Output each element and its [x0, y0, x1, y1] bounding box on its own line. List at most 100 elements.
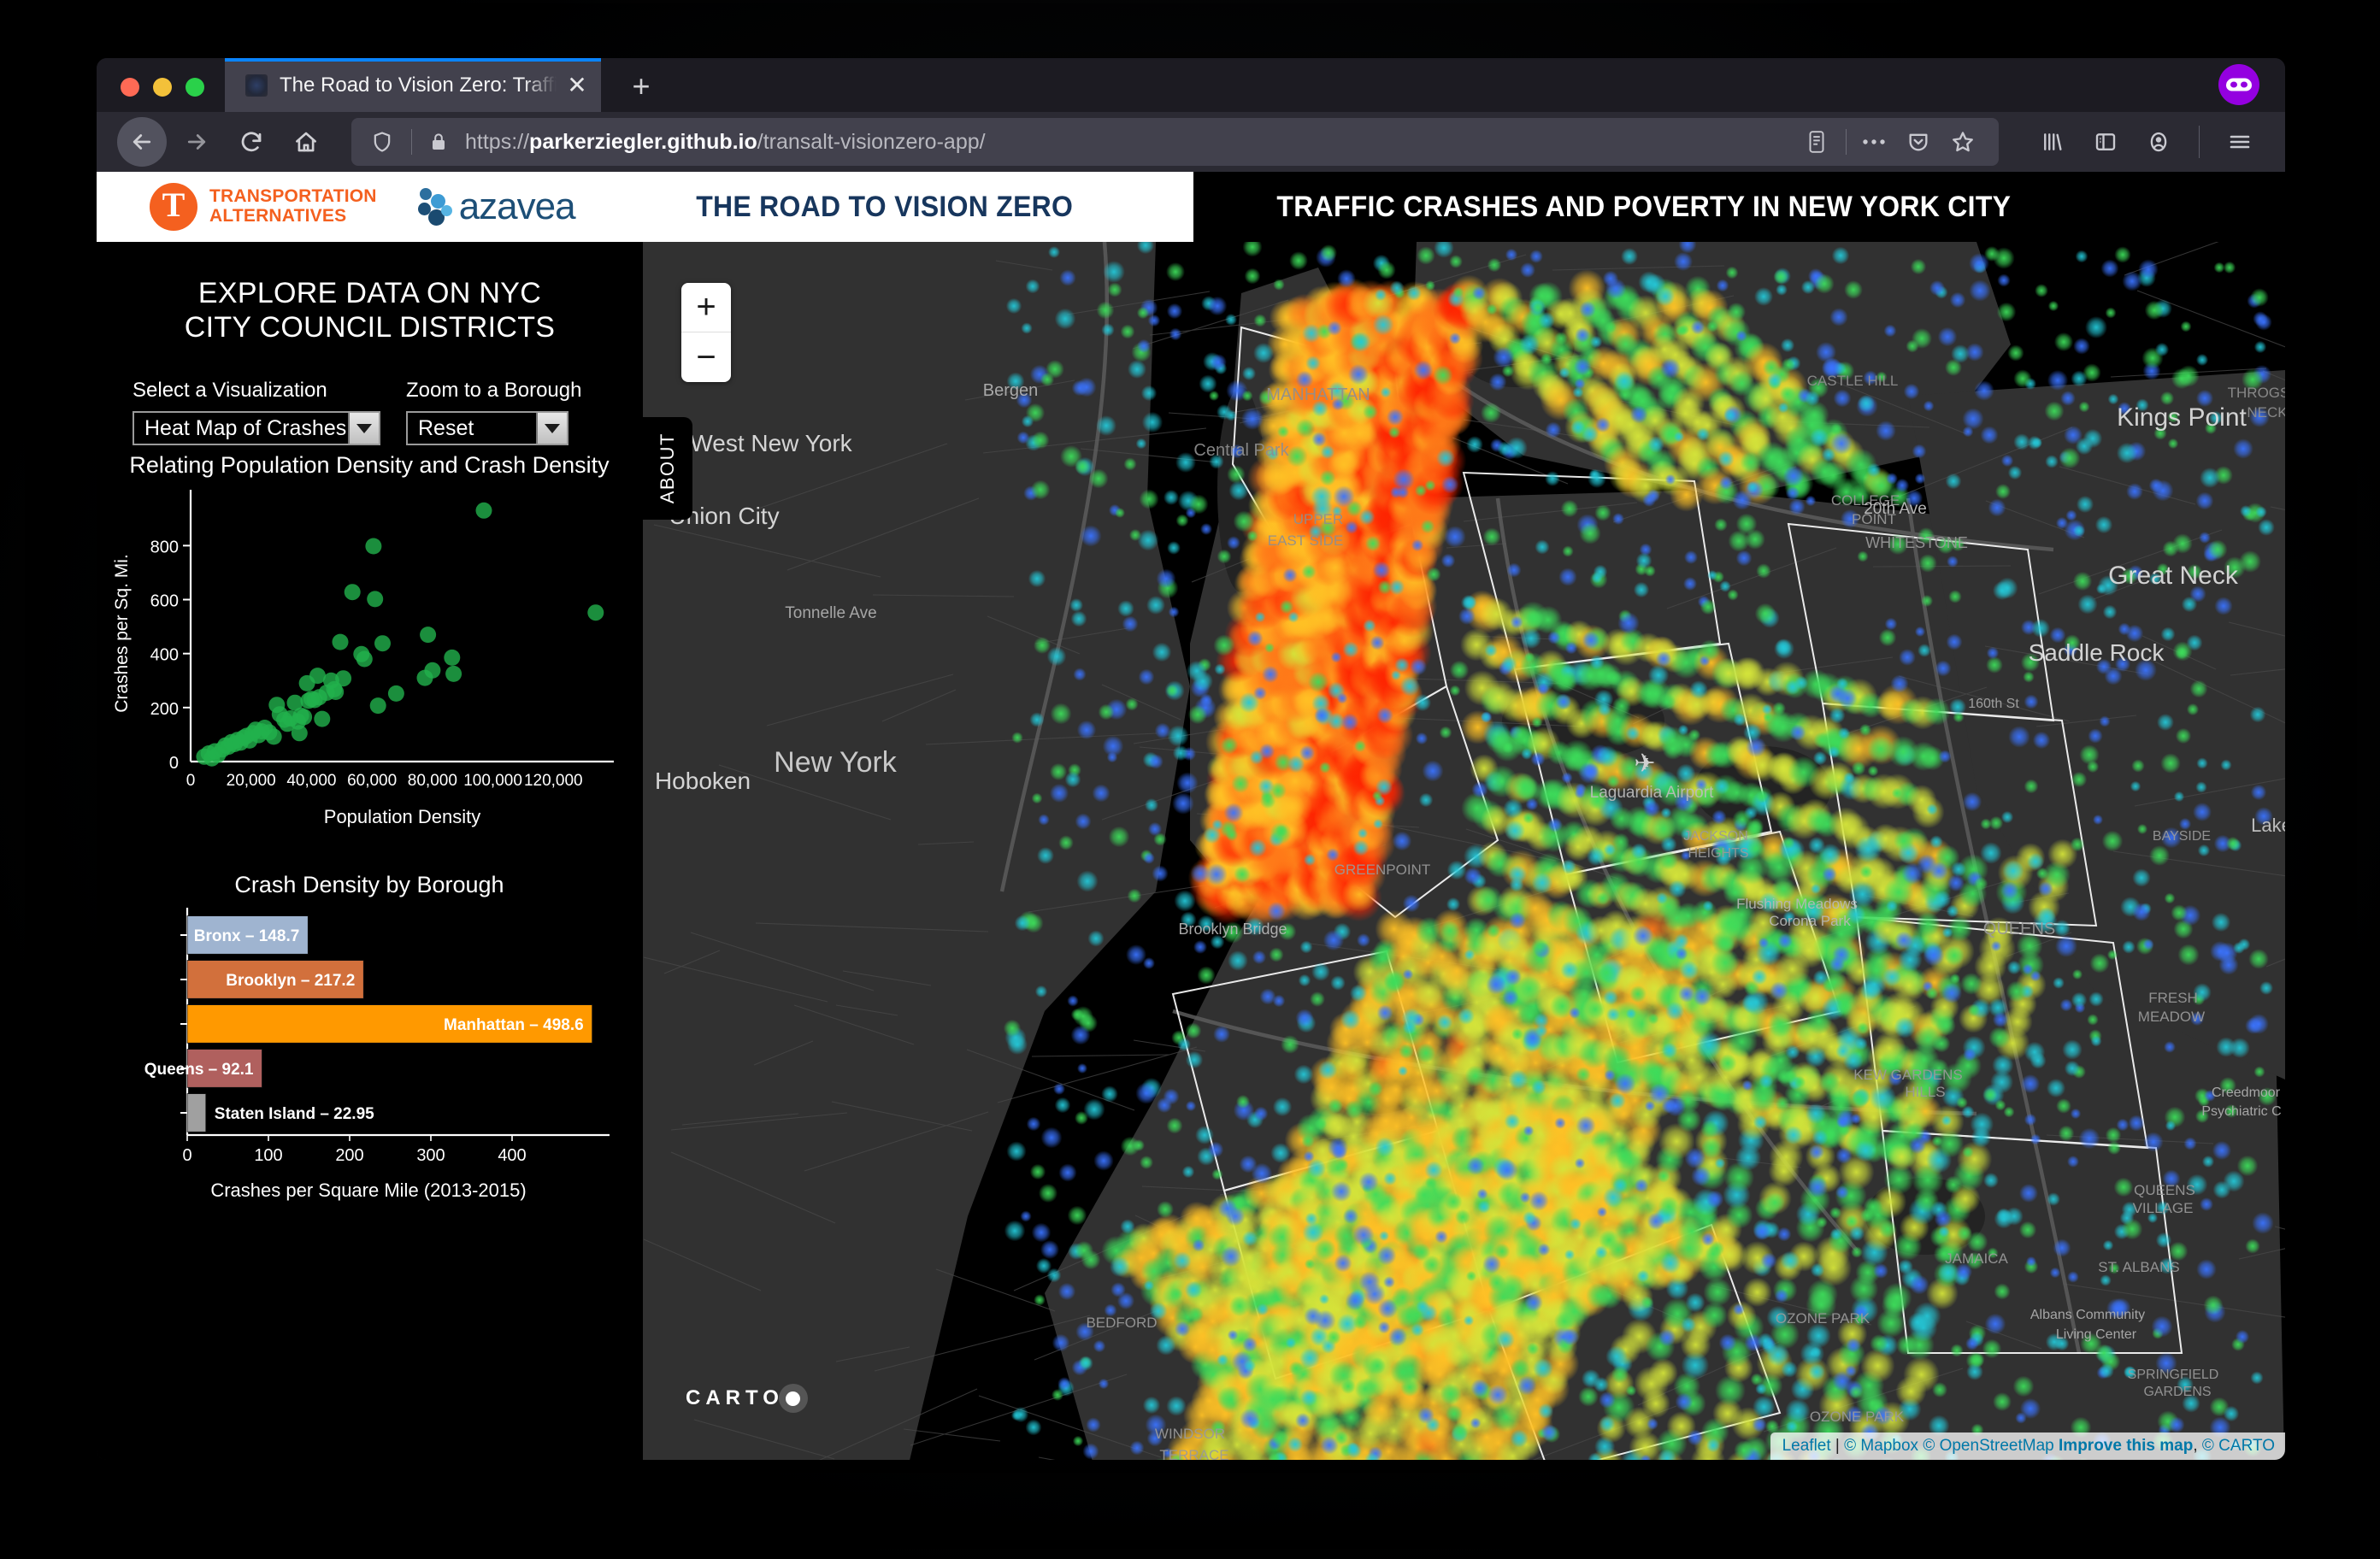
crash-heat-point: [1589, 655, 1605, 670]
crash-heat-point: [1067, 995, 1079, 1007]
crash-heat-point: [1414, 484, 1428, 497]
crash-heat-point: [1558, 568, 1577, 586]
reader-view-icon[interactable]: [1793, 122, 1841, 162]
crash-heat-point: [1925, 986, 1939, 1000]
private-browsing-mask-icon[interactable]: [2218, 64, 2259, 105]
crash-heat-point: [1122, 615, 1139, 632]
crash-heat-point: [1310, 991, 1325, 1007]
map-canvas[interactable]: West New YorkUnion CityHobokenNew YorkKi…: [643, 242, 2285, 1460]
bookmark-star-icon[interactable]: [1941, 122, 1985, 162]
crash-heat-point: [1893, 830, 1915, 852]
crash-heat-point: [1345, 1291, 1365, 1311]
transportation-alternatives-logo[interactable]: T TRANSPORTATION ALTERNATIVES: [150, 183, 377, 231]
crash-heat-point: [1187, 704, 1208, 725]
crash-heat-point: [1644, 565, 1656, 577]
home-button[interactable]: [281, 117, 331, 167]
crash-heat-point: [2183, 1137, 2197, 1150]
crash-heat-point: [2060, 391, 2076, 406]
close-tab-icon[interactable]: ✕: [562, 73, 592, 97]
crash-heat-point: [1714, 1157, 1726, 1169]
crash-heat-point: [1509, 877, 1524, 892]
crash-heat-point: [1662, 738, 1684, 760]
crash-heat-point: [1683, 577, 1697, 591]
tracking-protection-shield-icon[interactable]: [365, 130, 399, 154]
crash-heat-point: [1253, 1106, 1269, 1121]
crash-heat-point: [2142, 938, 2154, 950]
svg-text:100: 100: [254, 1146, 282, 1165]
scatter-point: [587, 604, 604, 621]
forward-button[interactable]: [172, 117, 221, 167]
scatter-point: [420, 627, 437, 644]
crash-heat-point: [1781, 357, 1796, 373]
crash-heat-point: [2072, 571, 2093, 591]
carto-link[interactable]: © CARTO: [2202, 1437, 2275, 1455]
page-actions-icon[interactable]: [1852, 122, 1896, 162]
crash-heat-point: [1747, 481, 1758, 493]
lock-icon[interactable]: [424, 131, 453, 153]
map-place-label: Albans Community: [2030, 1308, 2145, 1322]
close-window-button[interactable]: [121, 78, 139, 97]
crash-heat-point: [1502, 742, 1514, 754]
desktop-background: The Road to Vision Zero: Traffic ✕ + htt…: [0, 0, 2380, 1559]
borough-select[interactable]: Reset: [406, 411, 568, 446]
maximize-window-button[interactable]: [186, 78, 204, 97]
crash-heat-point: [1625, 1385, 1637, 1397]
zoom-in-button[interactable]: +: [681, 283, 731, 332]
crash-heat-point: [1256, 1303, 1270, 1316]
osm-link[interactable]: © OpenStreetMap: [1923, 1437, 2053, 1455]
reload-button[interactable]: [227, 117, 276, 167]
map-panel[interactable]: West New York Union City Hoboken New York Ki…: [643, 242, 2285, 1460]
crash-heat-point: [1883, 324, 1897, 338]
crash-heat-point: [1411, 538, 1424, 552]
azavea-logo[interactable]: azavea: [415, 185, 576, 228]
crash-heat-point: [1466, 436, 1483, 453]
crash-heat-point: [1945, 359, 1962, 376]
back-button[interactable]: [117, 117, 167, 167]
about-tab-button[interactable]: ABOUT: [643, 417, 692, 520]
mapbox-link[interactable]: © Mapbox: [1844, 1437, 1918, 1455]
crash-heat-point: [1454, 1209, 1471, 1226]
map-place-label: JAMAICA: [1945, 1250, 2008, 1267]
crash-heat-point: [1844, 280, 1863, 299]
new-tab-button[interactable]: +: [622, 71, 661, 102]
carto-logo[interactable]: CARTO: [686, 1384, 808, 1413]
crash-heat-point: [1691, 1166, 1711, 1186]
app-menu-icon[interactable]: [2215, 117, 2265, 167]
crash-heat-point: [1561, 859, 1576, 874]
bar-label: Queens – 92.1: [144, 1061, 254, 1079]
pocket-icon[interactable]: [1896, 122, 1941, 162]
crash-heat-point: [1143, 1280, 1155, 1291]
browser-tab-active[interactable]: The Road to Vision Zero: Traffic ✕: [225, 58, 601, 112]
visualization-select[interactable]: Heat Map of Crashes: [133, 411, 380, 446]
map-place-label: Brooklyn Bridge: [1178, 921, 1287, 938]
minimize-window-button[interactable]: [153, 78, 172, 97]
account-icon[interactable]: [2134, 117, 2183, 167]
sidebar-toggle-icon[interactable]: [2081, 117, 2130, 167]
crash-heat-point: [1352, 839, 1370, 856]
crash-heat-point: [1107, 282, 1122, 297]
crash-heat-point: [1364, 535, 1381, 552]
crash-heat-point: [1988, 498, 2006, 517]
crash-heat-point: [1129, 1440, 1145, 1456]
crash-heat-point: [1169, 1287, 1183, 1301]
chevron-down-icon[interactable]: [536, 413, 567, 444]
svg-text:40,000: 40,000: [286, 772, 336, 790]
leaflet-link[interactable]: Leaflet: [1782, 1437, 1831, 1455]
crash-heat-point: [2160, 753, 2181, 774]
improve-map-link[interactable]: Improve this map: [2059, 1437, 2193, 1455]
library-icon[interactable]: [2028, 117, 2077, 167]
address-bar[interactable]: https://parkerziegler.github.io/transalt…: [351, 118, 1999, 166]
crash-heat-point: [1141, 411, 1163, 433]
crash-heat-point: [2070, 837, 2085, 852]
crash-heat-point: [1890, 674, 1909, 693]
bar-title: Crash Density by Borough: [234, 872, 504, 897]
crash-heat-point: [1314, 708, 1329, 723]
crash-heat-point: [1152, 865, 1169, 882]
crash-heat-point: [1647, 489, 1660, 503]
crash-heat-point: [1753, 1395, 1776, 1419]
crash-heat-point: [1746, 838, 1766, 859]
zoom-out-button[interactable]: −: [681, 332, 731, 382]
map-place-label: Kings Point: [2117, 403, 2247, 432]
crash-heat-point: [2090, 1035, 2102, 1047]
chevron-down-icon[interactable]: [348, 413, 379, 444]
